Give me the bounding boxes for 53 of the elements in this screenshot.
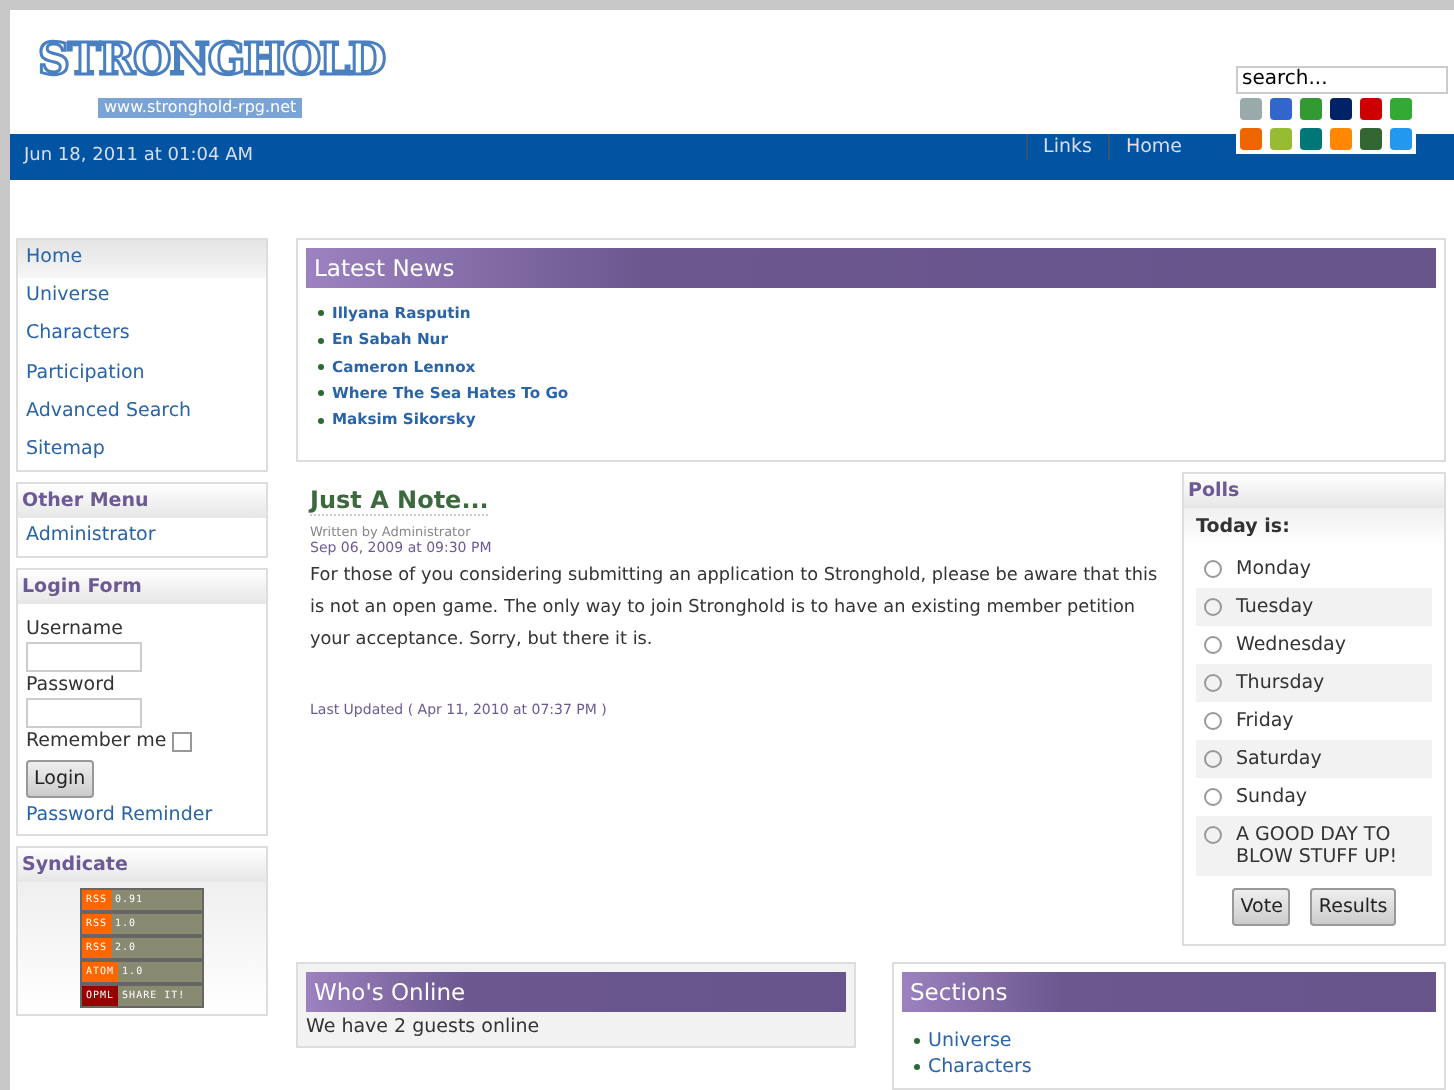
nav-link[interactable]: Links [1025, 134, 1108, 160]
option-label: Thursday [1236, 672, 1325, 695]
poll-button[interactable]: Results [1310, 888, 1396, 927]
field-label: Username [26, 618, 123, 641]
option-label: Monday [1236, 558, 1312, 581]
search-field[interactable]: search... [1236, 65, 1448, 93]
bookmark-icon[interactable] [1356, 123, 1386, 153]
menu-item[interactable]: Sitemap [18, 431, 266, 471]
nav-link[interactable]: Home [1107, 134, 1198, 160]
panel-title: Syndicate [18, 848, 266, 883]
panel-title: Login Form [18, 570, 266, 605]
radio-button[interactable] [1204, 826, 1222, 845]
password-reminder-link[interactable]: Password Reminder [26, 804, 213, 827]
site-logo[interactable]: STRONGHOLD [38, 38, 385, 82]
radio-button[interactable] [1204, 674, 1222, 693]
radio-button[interactable] [1204, 598, 1222, 617]
password-field[interactable] [26, 698, 142, 729]
username-field[interactable] [26, 642, 142, 673]
menu-item[interactable]: Home [18, 240, 266, 279]
menu-item[interactable]: Administrator [18, 518, 266, 557]
menu-item[interactable]: Universe [18, 278, 266, 317]
panel-title: Other Menu [18, 484, 266, 519]
menu-item[interactable]: Advanced Search [18, 393, 266, 432]
article-title: Just A Note... [310, 486, 489, 517]
field-label: Password [26, 674, 115, 697]
option-label: A GOOD DAY TO BLOW STUFF UP! [1236, 824, 1400, 869]
radio-button[interactable] [1204, 636, 1222, 655]
radio-button[interactable] [1204, 712, 1222, 731]
article-text: For those of you considering submitting an application to Stronghold, please be aware that this is not an open game. The only way to join Stronghold is to have an existing member petition your acceptance. Sorry, but there it is. [310, 564, 1158, 655]
date-text: Jun 18, 2011 at 01:04 AM [21, 144, 253, 166]
poll-button[interactable]: Vote [1232, 888, 1291, 927]
option-label: Sunday [1236, 786, 1308, 809]
menu-item[interactable]: Characters [18, 316, 266, 356]
panel-title: Who's Online [306, 972, 846, 1013]
menu-item[interactable]: Participation [18, 355, 266, 394]
panel-title: Polls [1184, 474, 1444, 509]
option-label: Tuesday [1236, 596, 1314, 619]
section-link[interactable]: Characters [928, 1056, 1032, 1079]
section-link[interactable]: Universe [928, 1030, 1012, 1053]
panel-title: Latest News [306, 248, 1436, 288]
option-label: Wednesday [1236, 634, 1347, 657]
remember-checkbox[interactable] [172, 731, 193, 752]
field-label: Remember me [26, 730, 167, 753]
bookmark-icon[interactable] [1326, 93, 1356, 123]
login-button[interactable]: Login [26, 760, 94, 799]
online-text: We have 2 guests online [306, 1014, 542, 1039]
option-label: Saturday [1236, 748, 1322, 771]
radio-button[interactable] [1204, 750, 1222, 769]
radio-button[interactable] [1204, 560, 1222, 579]
panel-title: Sections [902, 972, 1436, 1013]
option-label: Friday [1236, 710, 1294, 733]
site-url: www.stronghold-rpg.net [98, 98, 303, 118]
radio-button[interactable] [1204, 788, 1222, 807]
